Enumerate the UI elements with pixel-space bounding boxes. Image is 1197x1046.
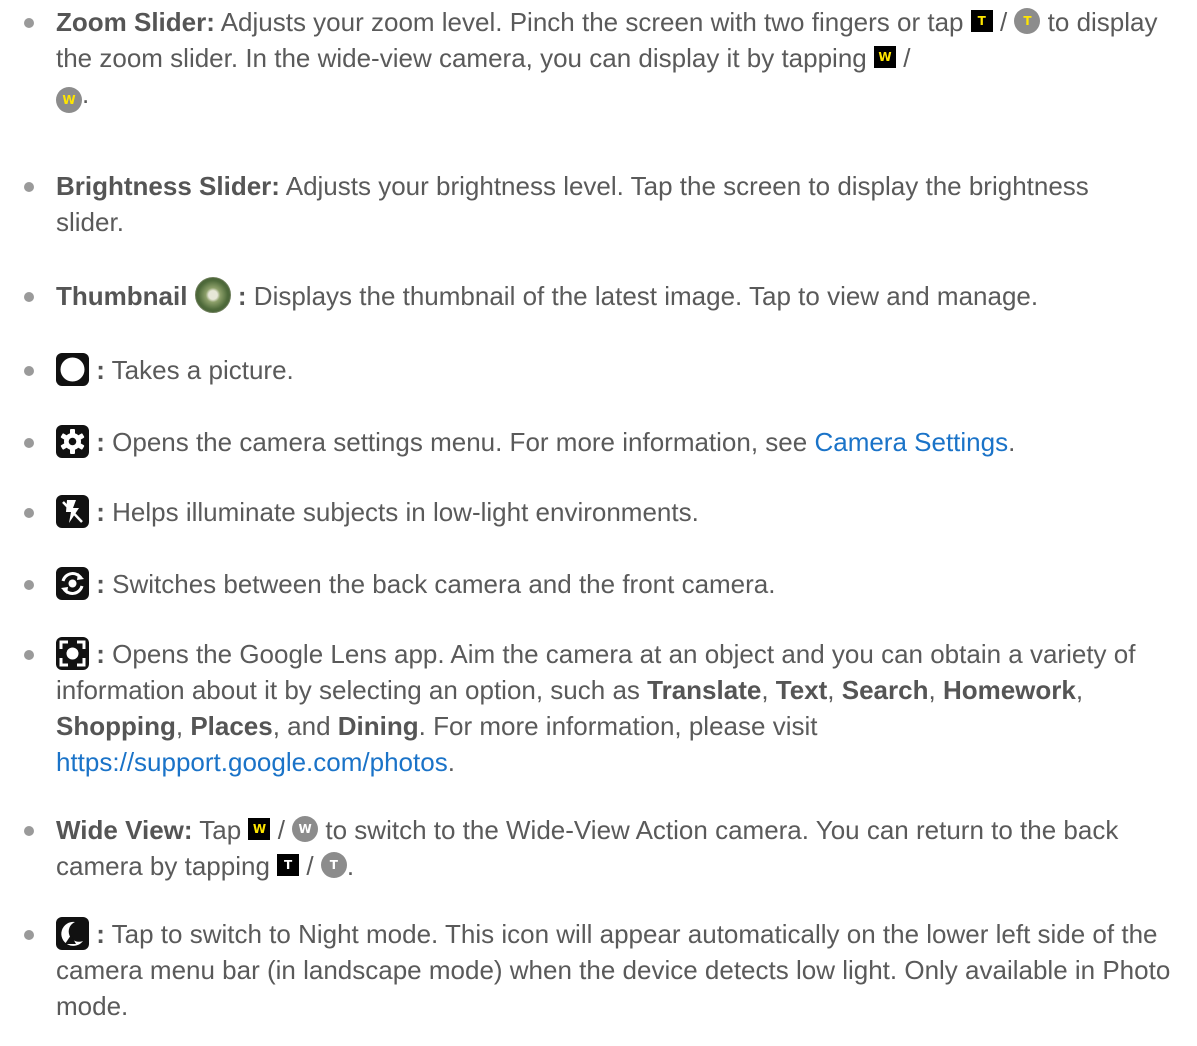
bullet (24, 508, 34, 518)
night-mode-icon (56, 916, 89, 950)
item-text: : Opens the camera settings menu. For mo… (56, 424, 1183, 460)
item-text: Brightness Slider: Adjusts your brightne… (56, 171, 1089, 237)
bullet (24, 826, 34, 836)
item-text: : Switches between the back camera and t… (56, 566, 1183, 602)
item-heading: Zoom Slider: (56, 7, 215, 37)
gear-icon (56, 424, 89, 458)
item-text: : Opens the Google Lens app. Aim the cam… (56, 636, 1183, 780)
bullet (24, 930, 34, 940)
shutter-icon (56, 352, 89, 386)
camera-settings-link[interactable]: Camera Settings (814, 427, 1008, 457)
item-heading: Brightness Slider: (56, 171, 280, 201)
item-text: : Tap to switch to Night mode. This icon… (56, 916, 1183, 1024)
flash-off-icon (56, 494, 89, 528)
tele-square-icon: T (970, 10, 993, 33)
bullet (24, 580, 34, 590)
tele-circle-icon: T (1014, 8, 1041, 35)
item-heading: Wide View: (56, 815, 193, 845)
item-heading: Thumbnail (56, 281, 188, 311)
item-text: Wide View: Tap W / W to switch to the Wi… (56, 815, 1119, 881)
bullet (24, 366, 34, 376)
bullet (24, 18, 34, 28)
bullet (24, 438, 34, 448)
item-text: Thumbnail : Displays the thumbnail of th… (56, 277, 1183, 314)
item-text: : Takes a picture. (56, 352, 1183, 388)
lens-icon (56, 636, 89, 670)
wide-square-icon: W (873, 46, 896, 69)
wide-circle-icon: W (292, 816, 319, 843)
bullet (24, 292, 34, 302)
bullet (24, 650, 34, 660)
wide-square-icon: W (248, 818, 271, 841)
switch-camera-icon (56, 566, 89, 600)
tele-square-icon: T (277, 854, 300, 877)
item-text: Zoom Slider: Adjusts your zoom level. Pi… (56, 4, 1183, 114)
bullet (24, 182, 34, 192)
wide-circle-icon: W (56, 87, 82, 114)
item-text: : Helps illuminate subjects in low-light… (56, 494, 1183, 530)
thumbnail-icon (194, 277, 231, 314)
support-google-photos-link[interactable]: https://support.google.com/photos (56, 747, 448, 777)
tele-circle-icon: T (320, 852, 347, 879)
